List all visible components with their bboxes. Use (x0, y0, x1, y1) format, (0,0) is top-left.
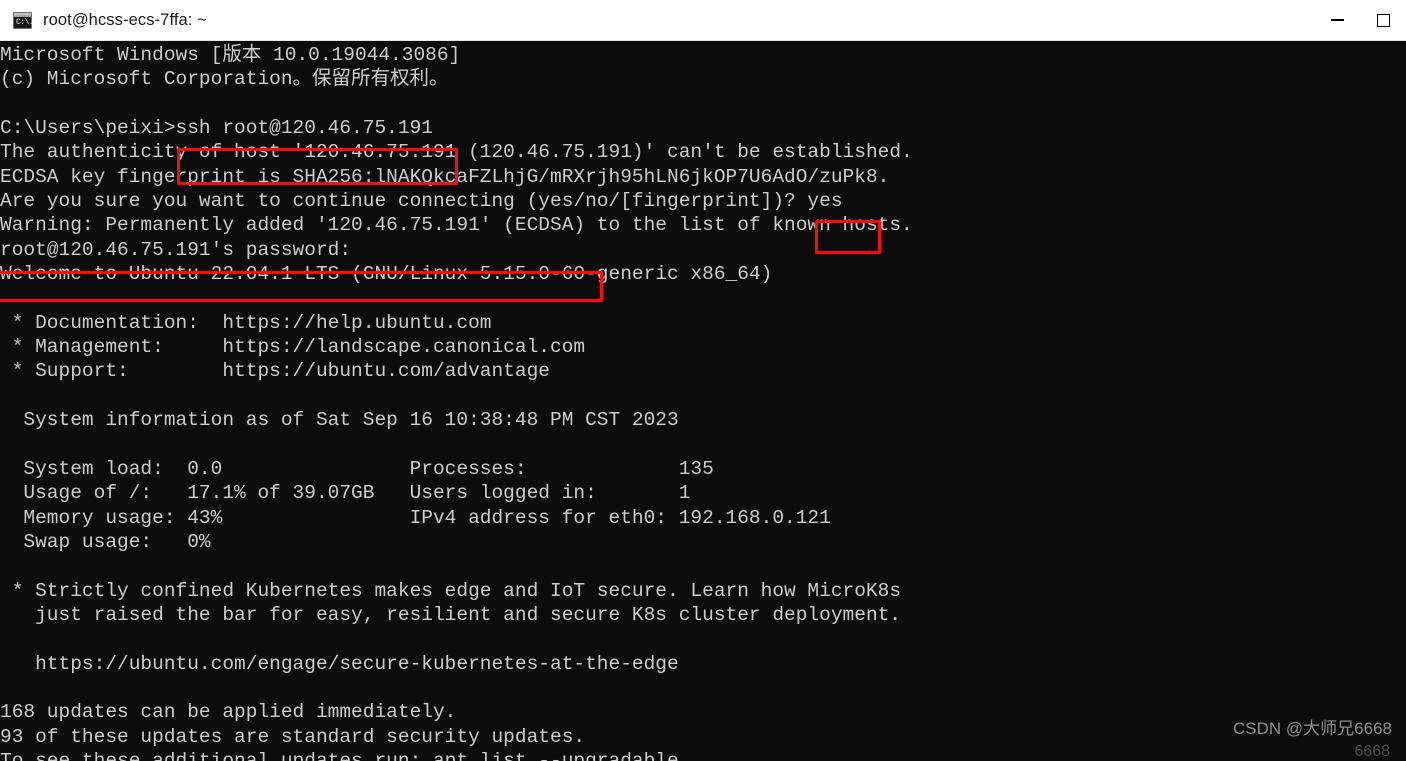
terminal-line: https://ubuntu.com/engage/secure-kuberne… (0, 652, 679, 675)
terminal-line: The authenticity of host '120.46.75.191 … (0, 141, 913, 164)
terminal-line: Swap usage: 0% (0, 530, 211, 553)
terminal-line: root@120.46.75.191's password: (0, 238, 352, 261)
window-title: root@hcss-ecs-7ffa: ~ (43, 10, 207, 29)
terminal-line: System information as of Sat Sep 16 10:3… (0, 409, 679, 432)
terminal-line: 168 updates can be applied immediately. (0, 701, 457, 724)
console-icon: C:\. (13, 11, 34, 29)
terminal-line: Warning: Permanently added '120.46.75.19… (0, 214, 913, 237)
console-icon-prompt: C:\. (16, 17, 34, 27)
minimize-icon (1330, 19, 1344, 21)
terminal-line: ECDSA key fingerprint is SHA256:lNAKQkca… (0, 165, 890, 188)
terminal-line: 93 of these updates are standard securit… (0, 725, 586, 748)
terminal-line: Welcome to Ubuntu 22.04.1 LTS (GNU/Linux… (0, 263, 773, 286)
terminal-body[interactable]: Microsoft Windows [版本 10.0.19044.3086] (c… (0, 41, 1406, 761)
terminal-line: Memory usage: 43% IPv4 address for eth0:… (0, 506, 831, 529)
console-icon-bar (14, 12, 31, 17)
terminal-text: Microsoft Windows [版本 10.0.19044.3086] (c… (0, 41, 913, 761)
terminal-line: just raised the bar for easy, resilient … (0, 603, 902, 626)
terminal-line: C:\Users\peixi>ssh root@120.46.75.191 (0, 117, 433, 140)
window-titlebar: C:\. root@hcss-ecs-7ffa: ~ (0, 0, 1406, 41)
terminal-line: (c) Microsoft Corporation。保留所有权利。 (0, 68, 449, 91)
terminal-line: * Management: https://landscape.canonica… (0, 336, 586, 359)
terminal-line: Microsoft Windows [版本 10.0.19044.3086] (0, 44, 461, 66)
terminal-line: Are you sure you want to continue connec… (0, 190, 843, 213)
terminal-line: System load: 0.0 Processes: 135 (0, 457, 714, 480)
minimize-button[interactable] (1314, 0, 1360, 41)
watermark: CSDN @大师兄6668 (1233, 719, 1392, 738)
terminal-line: * Strictly confined Kubernetes makes edg… (0, 579, 902, 602)
terminal-line: Usage of /: 17.1% of 39.07GB Users logge… (0, 482, 691, 505)
maximize-button[interactable] (1360, 0, 1406, 41)
maximize-icon (1376, 13, 1390, 27)
terminal-line: To see these additional updates run: apt… (0, 749, 679, 761)
terminal-line: * Documentation: https://help.ubuntu.com (0, 311, 492, 334)
terminal-line: * Support: https://ubuntu.com/advantage (0, 360, 550, 383)
watermark-partial: 6668 (1354, 743, 1390, 760)
